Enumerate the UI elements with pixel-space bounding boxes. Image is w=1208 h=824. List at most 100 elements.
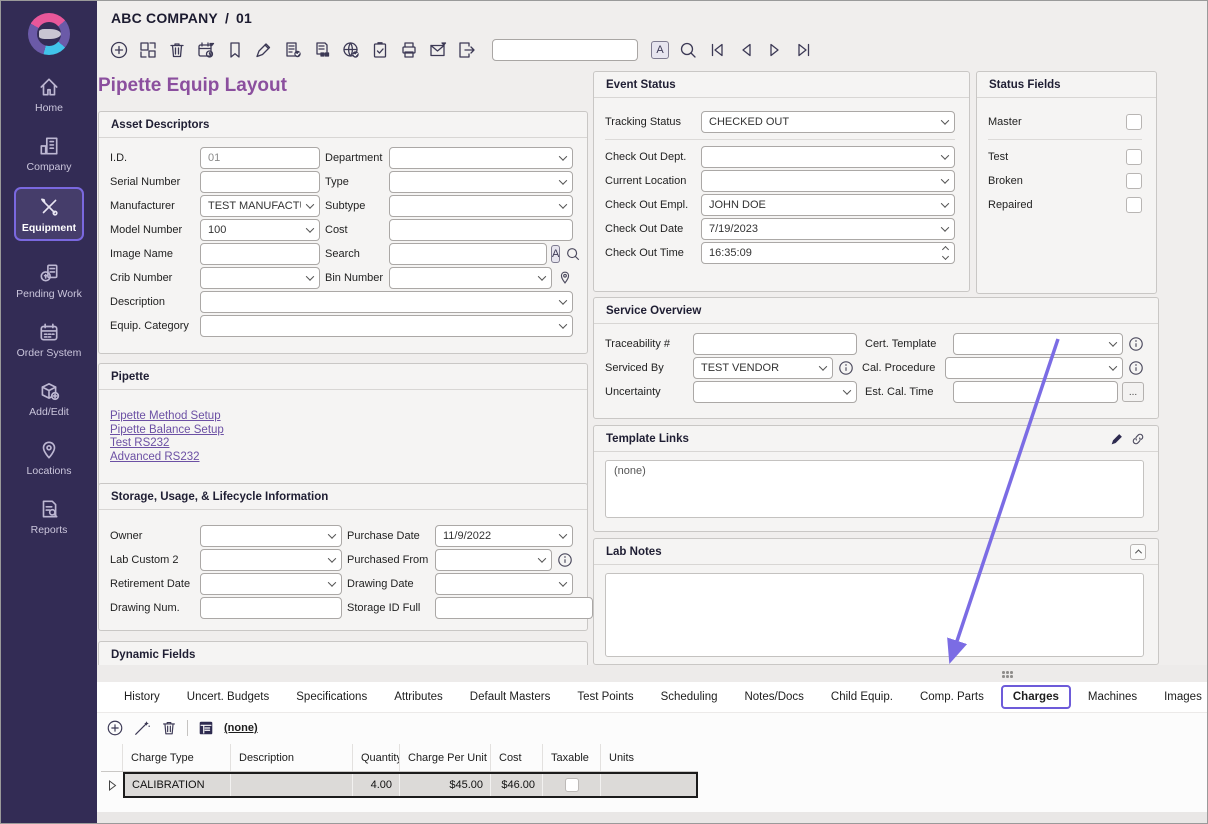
purchased-from-select[interactable] (435, 549, 552, 571)
web-sync-icon[interactable] (341, 40, 361, 60)
collapse-button[interactable] (1130, 544, 1146, 560)
spinner-icon[interactable] (943, 247, 948, 259)
first-record-icon[interactable] (707, 40, 727, 60)
cell-charge-type[interactable]: CALIBRATION (125, 774, 231, 796)
cal-procedure-select[interactable] (945, 357, 1123, 379)
owner-select[interactable] (200, 525, 342, 547)
manufacturer-select[interactable]: TEST MANUFACTU (200, 195, 320, 217)
column-header[interactable]: Charge Per Unit (400, 744, 491, 771)
cell-quantity[interactable]: 4.00 (353, 774, 400, 796)
lab-notes-content[interactable] (605, 573, 1144, 657)
traceability-field[interactable] (693, 333, 857, 355)
tab-history[interactable]: History (124, 691, 160, 703)
broken-checkbox[interactable] (1126, 173, 1142, 189)
sidebar-item-company[interactable]: Company (27, 135, 72, 173)
match-case-button[interactable]: A (651, 41, 669, 59)
last-record-icon[interactable] (794, 40, 814, 60)
subtype-select[interactable] (389, 195, 573, 217)
drawing-date-select[interactable] (435, 573, 573, 595)
tab-comp-parts[interactable]: Comp. Parts (920, 691, 984, 703)
column-header[interactable]: Charge Type (123, 744, 231, 771)
cell-taxable[interactable] (543, 774, 601, 796)
tab-notes-docs[interactable]: Notes/Docs (744, 691, 803, 703)
id-field[interactable] (200, 147, 320, 169)
tab-uncert-budgets[interactable]: Uncert. Budgets (187, 691, 269, 703)
equip-category-select[interactable] (200, 315, 573, 337)
test-checkbox[interactable] (1126, 149, 1142, 165)
column-header[interactable]: Taxable (543, 744, 601, 771)
previous-record-icon[interactable] (736, 40, 756, 60)
table-row[interactable]: CALIBRATION 4.00 $45.00 $46.00 (101, 772, 698, 798)
taxable-checkbox[interactable] (565, 778, 579, 792)
info-icon[interactable] (1128, 360, 1144, 376)
copy-structure-icon[interactable] (312, 40, 332, 60)
check-out-date-select[interactable]: 7/19/2023 (701, 218, 955, 240)
column-header[interactable]: Units (601, 744, 698, 771)
cell-description[interactable] (231, 774, 353, 796)
sidebar-item-add-edit[interactable]: Add/Edit (29, 380, 69, 418)
department-select[interactable] (389, 147, 573, 169)
sidebar-item-locations[interactable]: Locations (27, 439, 72, 477)
clipboard-check-icon[interactable] (370, 40, 390, 60)
quick-search-input[interactable] (492, 39, 638, 61)
serviced-by-select[interactable]: TEST VENDOR (693, 357, 833, 379)
new-window-icon[interactable] (138, 40, 158, 60)
print-icon[interactable] (399, 40, 419, 60)
match-case-button[interactable]: A (551, 245, 560, 263)
schedule-icon[interactable] (196, 40, 216, 60)
sidebar-item-reports[interactable]: Reports (31, 498, 68, 536)
tab-charges[interactable]: Charges (1001, 685, 1071, 709)
grid-view-icon[interactable] (197, 719, 215, 737)
tab-child-equip[interactable]: Child Equip. (831, 691, 893, 703)
lab-custom-2-select[interactable] (200, 549, 342, 571)
column-header[interactable]: Quantity (353, 744, 400, 771)
add-row-icon[interactable] (106, 719, 124, 737)
link-icon[interactable] (1130, 431, 1146, 447)
est-cal-time-field[interactable] (953, 381, 1118, 403)
email-icon[interactable] (428, 40, 448, 60)
grid-filter-link[interactable]: (none) (224, 722, 258, 734)
info-icon[interactable] (1128, 336, 1144, 352)
check-out-time-spinner[interactable]: 16:35:09 (701, 242, 955, 264)
model-number-select[interactable]: 100 (200, 219, 320, 241)
bookmark-icon[interactable] (225, 40, 245, 60)
tab-images[interactable]: Images (1164, 691, 1202, 703)
tracking-status-select[interactable]: CHECKED OUT (701, 111, 955, 133)
cell-charge-per-unit[interactable]: $45.00 (400, 774, 491, 796)
check-out-dept-select[interactable] (701, 146, 955, 168)
sidebar-item-order-system[interactable]: Order System (17, 321, 82, 359)
save-document-icon[interactable] (283, 40, 303, 60)
delete-icon[interactable] (167, 40, 187, 60)
modify-row-icon[interactable] (133, 719, 151, 737)
column-header[interactable]: Cost (491, 744, 543, 771)
tab-attributes[interactable]: Attributes (394, 691, 443, 703)
crib-number-select[interactable] (200, 267, 320, 289)
add-record-icon[interactable] (109, 40, 129, 60)
current-location-select[interactable] (701, 170, 955, 192)
delete-row-icon[interactable] (160, 719, 178, 737)
edit-pencil-icon[interactable] (1109, 431, 1125, 447)
splitter-handle[interactable] (1002, 671, 1014, 679)
repaired-checkbox[interactable] (1126, 197, 1142, 213)
image-name-field[interactable] (200, 243, 320, 265)
sidebar-item-home[interactable]: Home (35, 76, 63, 114)
search-icon[interactable] (678, 40, 698, 60)
advanced-rs232-link[interactable]: Advanced RS232 (110, 451, 573, 465)
column-header[interactable]: Description (231, 744, 353, 771)
pipette-method-setup-link[interactable]: Pipette Method Setup (110, 410, 573, 424)
serial-number-field[interactable] (200, 171, 320, 193)
tab-test-points[interactable]: Test Points (577, 691, 633, 703)
sidebar-item-equipment[interactable]: Equipment (14, 187, 84, 241)
cell-cost[interactable]: $46.00 (491, 774, 543, 796)
tab-machines[interactable]: Machines (1088, 691, 1137, 703)
tab-specifications[interactable]: Specifications (296, 691, 367, 703)
type-select[interactable] (389, 171, 573, 193)
search-icon[interactable] (565, 246, 581, 262)
edit-icon[interactable] (254, 40, 274, 60)
pipette-balance-setup-link[interactable]: Pipette Balance Setup (110, 424, 573, 438)
cost-field[interactable] (389, 219, 573, 241)
uncertainty-select[interactable] (693, 381, 857, 403)
row-expander[interactable] (101, 772, 123, 798)
master-checkbox[interactable] (1126, 114, 1142, 130)
test-rs232-link[interactable]: Test RS232 (110, 437, 573, 451)
